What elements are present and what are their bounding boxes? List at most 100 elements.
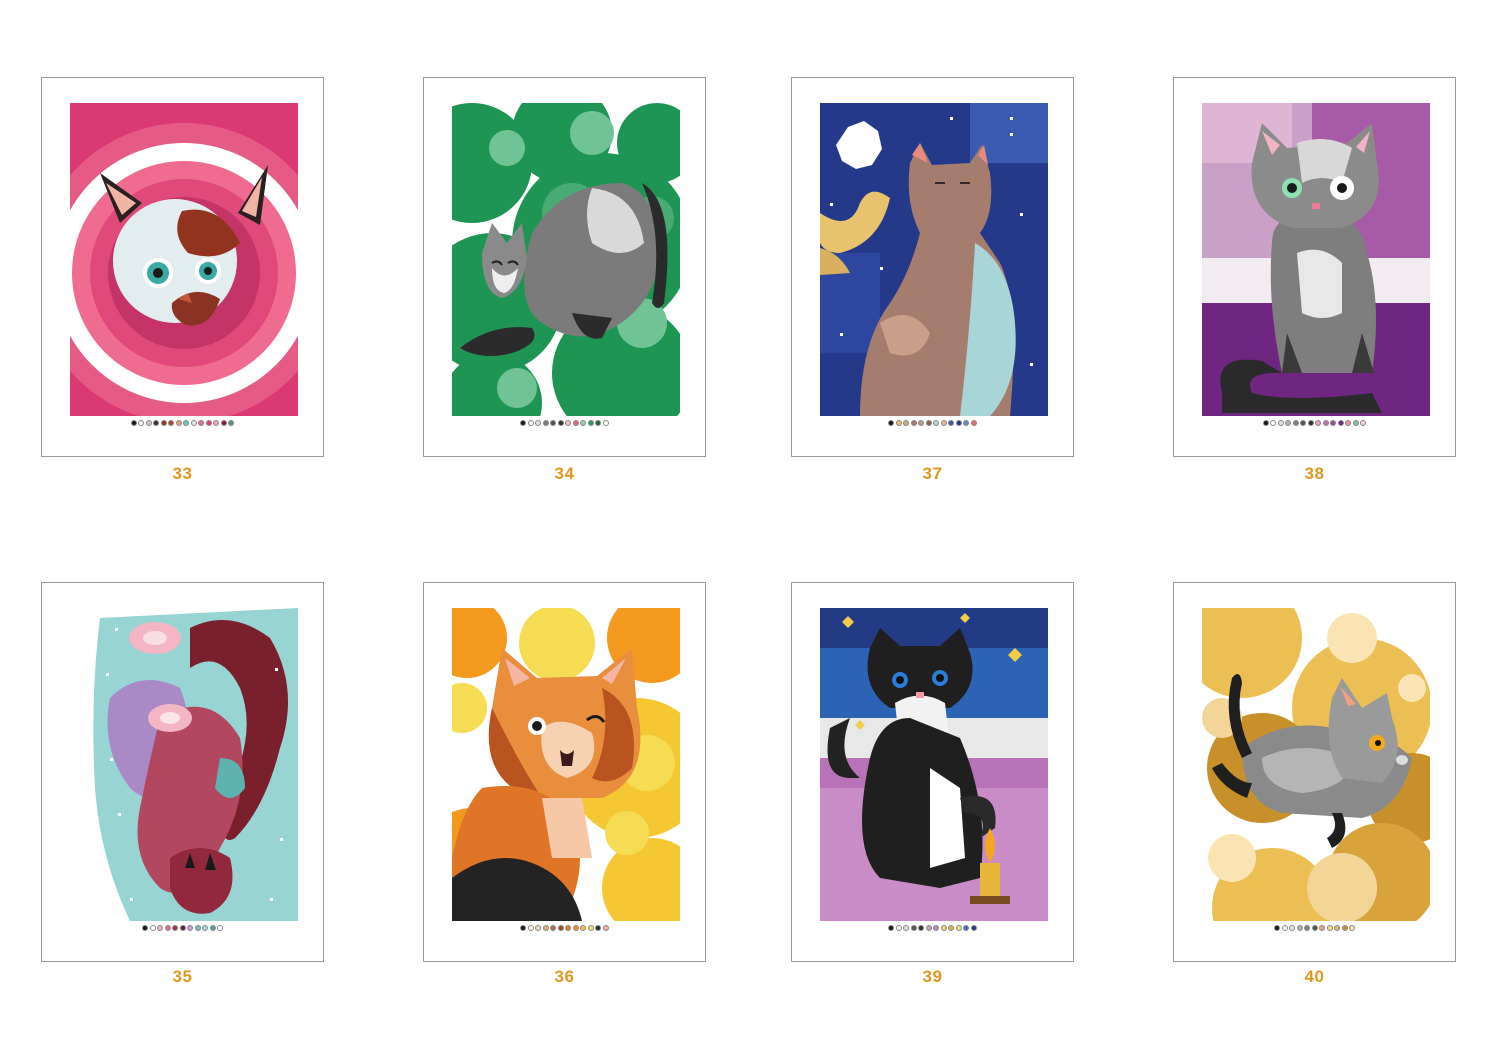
color-swatch xyxy=(918,420,925,426)
color-swatch xyxy=(572,420,579,426)
color-swatch xyxy=(910,420,917,426)
cat-illustration xyxy=(1202,103,1430,416)
color-palette xyxy=(42,418,323,428)
color-palette xyxy=(424,923,705,933)
color-swatch xyxy=(933,925,940,931)
color-swatch xyxy=(1277,420,1284,426)
color-swatch xyxy=(1292,420,1299,426)
color-swatch xyxy=(550,420,557,426)
color-swatch xyxy=(925,420,932,426)
color-swatch xyxy=(198,420,205,426)
color-swatch xyxy=(1304,925,1310,931)
coloring-page-card[interactable] xyxy=(41,77,324,457)
color-swatch xyxy=(903,420,910,426)
color-swatch xyxy=(1341,925,1348,931)
color-swatch xyxy=(940,420,947,426)
color-swatch xyxy=(595,925,602,931)
color-swatch xyxy=(217,925,223,931)
color-swatch xyxy=(895,925,902,931)
color-swatch xyxy=(963,420,970,426)
color-swatch xyxy=(153,420,160,426)
page-number: 34 xyxy=(554,464,575,483)
cat-illustration xyxy=(820,103,1048,416)
color-palette xyxy=(792,418,1073,428)
color-palette xyxy=(1174,923,1455,933)
color-swatch xyxy=(175,420,182,426)
color-swatch xyxy=(1281,925,1288,931)
page-number: 37 xyxy=(922,464,943,483)
color-swatch xyxy=(955,925,962,931)
color-swatch xyxy=(970,925,977,931)
color-swatch xyxy=(1319,925,1325,931)
color-swatch xyxy=(187,925,193,931)
color-swatch xyxy=(572,925,579,931)
color-swatch xyxy=(933,420,940,426)
color-swatch xyxy=(1262,420,1269,426)
coloring-page-card[interactable] xyxy=(1173,77,1456,457)
color-swatch xyxy=(1300,420,1307,426)
color-swatch xyxy=(910,925,917,931)
color-swatch xyxy=(205,420,212,426)
color-swatch xyxy=(948,420,955,426)
page-number: 35 xyxy=(172,967,193,986)
color-swatch xyxy=(542,420,549,426)
color-swatch xyxy=(527,420,534,426)
color-swatch xyxy=(157,925,163,931)
color-swatch xyxy=(213,420,220,426)
color-palette xyxy=(424,418,705,428)
color-swatch xyxy=(565,925,572,931)
color-swatch xyxy=(164,925,171,931)
color-swatch xyxy=(557,925,564,931)
coloring-page-card[interactable] xyxy=(791,77,1074,457)
color-swatch xyxy=(130,420,137,426)
color-palette xyxy=(1174,418,1455,428)
coloring-page-card[interactable] xyxy=(41,582,324,962)
color-palette xyxy=(792,923,1073,933)
color-swatch xyxy=(520,420,527,426)
color-swatch xyxy=(145,420,152,426)
coloring-page-card[interactable] xyxy=(423,77,706,457)
color-swatch xyxy=(160,420,167,426)
coloring-page-card[interactable] xyxy=(423,582,706,962)
color-swatch xyxy=(527,925,534,931)
color-swatch xyxy=(194,925,201,931)
page-number: 39 xyxy=(922,967,943,986)
color-swatch xyxy=(557,420,564,426)
color-swatch xyxy=(183,420,190,426)
color-swatch xyxy=(948,925,955,931)
color-swatch xyxy=(1307,420,1314,426)
color-swatch xyxy=(963,925,970,931)
cat-illustration xyxy=(452,608,680,921)
page-number: 36 xyxy=(554,967,575,986)
page-number: 33 xyxy=(172,464,193,483)
color-palette xyxy=(42,923,323,933)
color-swatch xyxy=(970,420,977,426)
cat-illustration xyxy=(70,608,298,921)
color-swatch xyxy=(925,925,932,931)
color-swatch xyxy=(142,925,148,931)
color-swatch xyxy=(228,420,235,426)
color-swatch xyxy=(1315,420,1322,426)
color-swatch xyxy=(535,420,542,426)
color-swatch xyxy=(1345,420,1352,426)
color-swatch xyxy=(550,925,557,931)
color-swatch xyxy=(149,925,156,931)
color-swatch xyxy=(1274,925,1280,931)
color-swatch xyxy=(587,925,594,931)
color-swatch xyxy=(565,420,572,426)
color-swatch xyxy=(535,925,542,931)
coloring-page-card[interactable] xyxy=(791,582,1074,962)
color-swatch xyxy=(587,420,594,426)
cat-illustration xyxy=(1202,608,1430,921)
cat-illustration xyxy=(452,103,680,416)
color-swatch xyxy=(888,420,895,426)
color-swatch xyxy=(1330,420,1337,426)
color-swatch xyxy=(1285,420,1292,426)
coloring-page-card[interactable] xyxy=(1173,582,1456,962)
color-swatch xyxy=(955,420,962,426)
color-swatch xyxy=(1349,925,1355,931)
color-swatch xyxy=(202,925,208,931)
color-swatch xyxy=(1352,420,1359,426)
color-swatch xyxy=(595,420,602,426)
color-swatch xyxy=(918,925,925,931)
